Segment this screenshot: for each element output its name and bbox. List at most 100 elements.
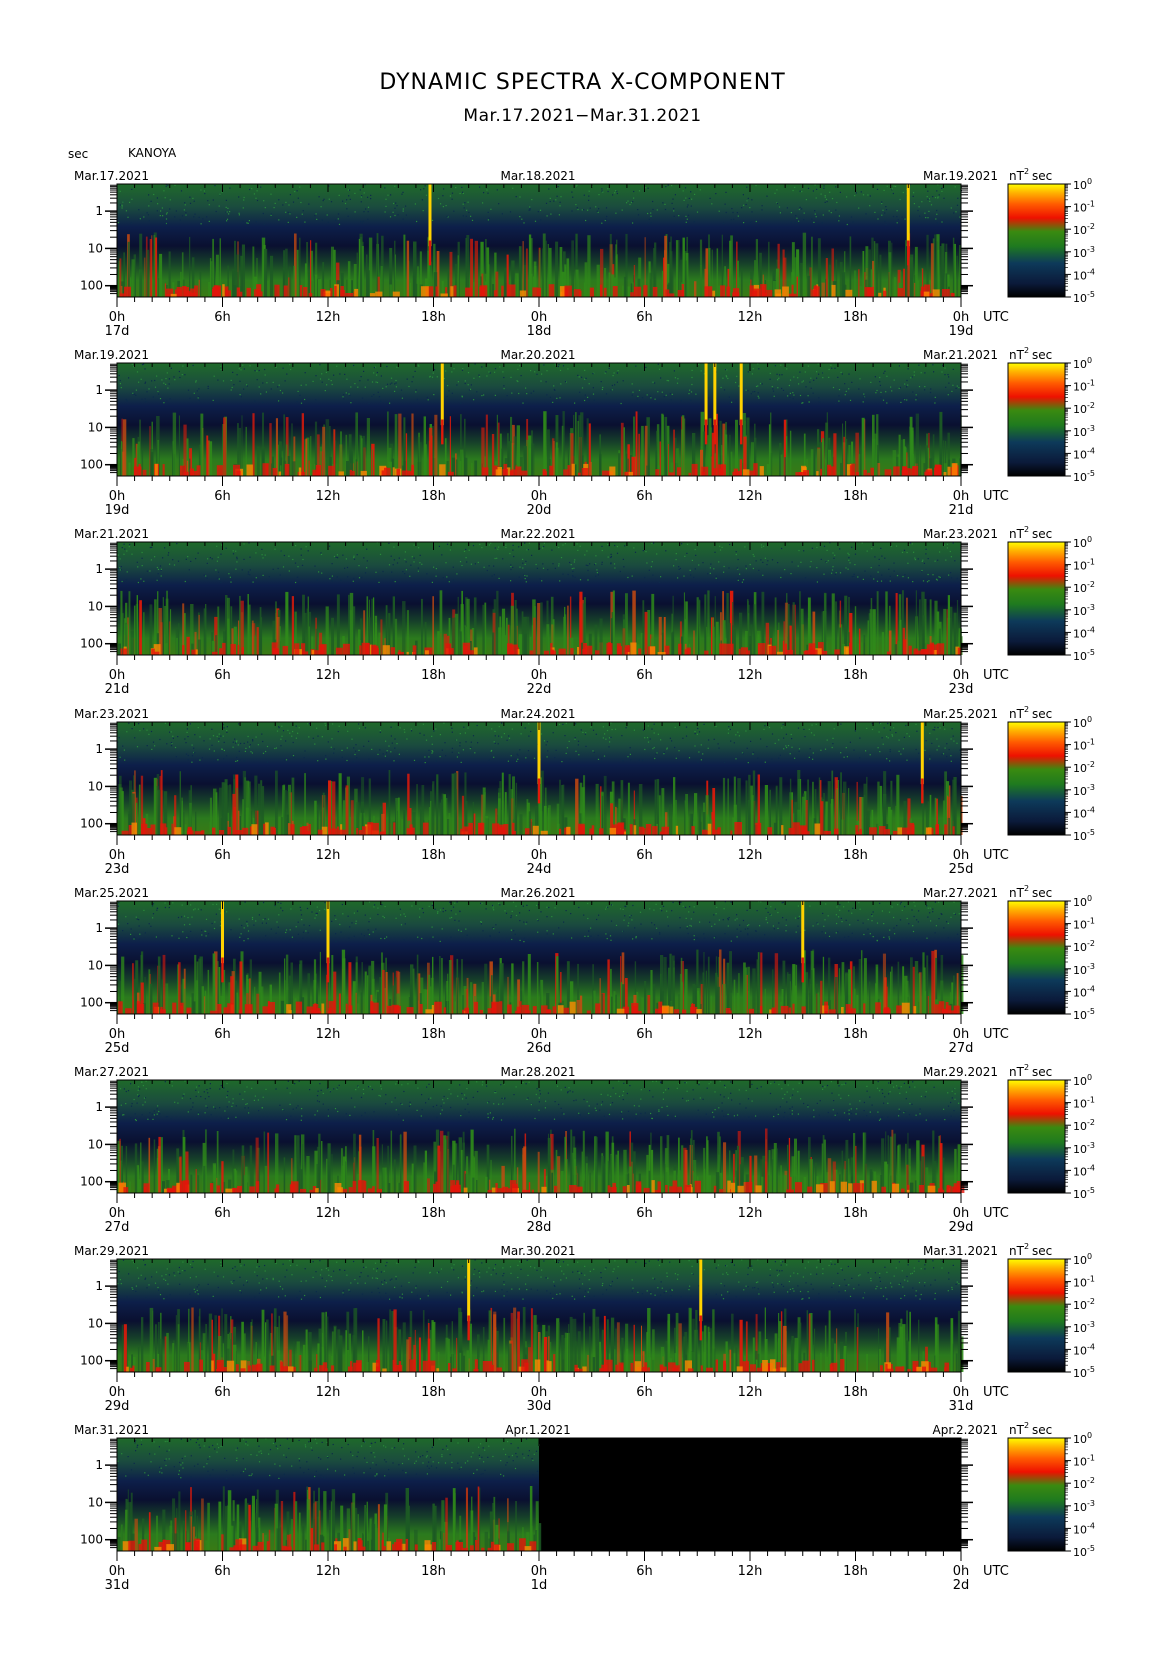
event-spike-tail <box>801 957 804 983</box>
x-tick-label: 18h <box>843 1564 868 1579</box>
colorbar-tick-label: 100 <box>1073 1431 1092 1446</box>
panel-mid-date: Mar.26.2021 <box>501 886 576 900</box>
panel-left-date: Mar.23.2021 <box>74 707 149 721</box>
colorbar-tick-label: 10-3 <box>1073 1320 1095 1335</box>
y-tick-label: 100 <box>80 458 103 472</box>
x-tick-label: 12h <box>316 848 341 863</box>
event-spike-tail <box>704 419 708 445</box>
event-spike <box>906 184 910 247</box>
day-label: 28d <box>527 1220 552 1235</box>
x-axis-unit: UTC <box>983 489 1009 504</box>
panel-left-date: Mar.29.2021 <box>74 1244 149 1258</box>
day-label: 2d <box>953 1578 970 1593</box>
x-tick-label: 18h <box>843 848 868 863</box>
x-tick-label: 6h <box>214 1564 231 1579</box>
x-tick-label: 12h <box>738 1385 763 1400</box>
colorbar-tick-label: 10-4 <box>1073 446 1095 461</box>
y-tick-label: 10 <box>88 958 103 972</box>
spectrogram-panel: Mar.21.2021 Mar.22.2021 Mar.23.2021 nT2 sec1… <box>74 525 1095 697</box>
colorbar-tick-label: 10-4 <box>1073 1342 1095 1357</box>
x-tick-label: 6h <box>636 1564 653 1579</box>
panel-left-date: Mar.25.2021 <box>74 886 149 900</box>
y-tick-label: 100 <box>80 279 103 293</box>
spectrogram-panel: Mar.17.2021 Mar.18.2021 Mar.19.2021 nT2 sec1… <box>74 167 1095 339</box>
x-axis-unit: UTC <box>983 1027 1009 1042</box>
day-label: 1d <box>531 1578 548 1593</box>
x-tick-label: 0h <box>531 1206 548 1221</box>
event-spike <box>221 901 224 964</box>
panel-left-date: Mar.31.2021 <box>74 1423 149 1437</box>
colorbar-unit-label: nT2 sec <box>1009 167 1052 183</box>
panel-right-date: Mar.27.2021 <box>923 886 998 900</box>
colorbar-tick-label: 10-5 <box>1073 469 1095 484</box>
colorbar-tick-label: 100 <box>1073 715 1092 730</box>
day-label: 27d <box>949 1041 974 1056</box>
x-tick-label: 12h <box>316 310 341 325</box>
y-tick-label: 1 <box>95 1100 103 1114</box>
colorbar-tick-label: 10-2 <box>1073 760 1095 775</box>
colorbar-tick-label: 10-3 <box>1073 1141 1095 1156</box>
panel-mid-date: Mar.22.2021 <box>501 527 576 541</box>
colorbar-unit-label: nT2 sec <box>1009 1242 1052 1258</box>
x-tick-label: 0h <box>109 1385 126 1400</box>
event-spike <box>428 184 432 247</box>
x-tick-label: 12h <box>316 1385 341 1400</box>
colorbar-tick-label: 10-4 <box>1073 1163 1095 1178</box>
x-tick-label: 6h <box>214 668 231 683</box>
event-spike <box>739 363 743 426</box>
x-axis-unit: UTC <box>983 1564 1009 1579</box>
x-tick-label: 0h <box>109 489 126 504</box>
spectrogram-panel: Mar.27.2021 Mar.28.2021 Mar.29.2021 nT2 sec1… <box>74 1063 1095 1235</box>
y-tick-label: 10 <box>88 241 103 255</box>
event-spike-tail <box>428 240 432 266</box>
spectrogram-panel: Mar.23.2021 Mar.24.2021 Mar.25.2021 nT2 sec1… <box>74 705 1095 877</box>
x-tick-label: 0h <box>531 848 548 863</box>
colorbar-unit-label: nT2 sec <box>1009 1421 1052 1437</box>
colorbar-tick-label: 10-3 <box>1073 962 1095 977</box>
event-spike <box>713 363 717 426</box>
x-tick-label: 0h <box>953 310 970 325</box>
x-tick-label: 6h <box>636 668 653 683</box>
colorbar-tick-label: 10-4 <box>1073 1521 1095 1536</box>
spectrogram-panel: Mar.29.2021 Mar.30.2021 Mar.31.2021 nT2 sec1… <box>74 1242 1095 1414</box>
panel-left-date: Mar.19.2021 <box>74 348 149 362</box>
x-tick-label: 18h <box>421 1206 446 1221</box>
panel-right-date: Mar.21.2021 <box>923 348 998 362</box>
event-spike <box>920 722 924 785</box>
spectrogram-panel: Mar.31.2021 Apr.1.2021 Apr.2.2021 nT2 sec 1 10… <box>74 1421 1095 1593</box>
colorbar-tick-label: 10-1 <box>1073 379 1095 394</box>
colorbar: 100 10-1 10-2 10-3 10-4 10-5 <box>1007 1073 1095 1201</box>
x-tick-label: 6h <box>636 1027 653 1042</box>
panel-mid-date: Mar.28.2021 <box>501 1065 576 1079</box>
colorbar-tick-label: 100 <box>1073 535 1092 550</box>
colorbar-tick-label: 100 <box>1073 1252 1092 1267</box>
x-tick-label: 0h <box>953 1385 970 1400</box>
x-tick-label: 6h <box>636 1206 653 1221</box>
x-tick-label: 18h <box>843 1385 868 1400</box>
colorbar-tick-label: 10-2 <box>1073 580 1095 595</box>
colorbar: 100 10-1 10-2 10-3 10-4 10-5 <box>1007 177 1095 305</box>
day-label: 20d <box>527 503 552 518</box>
colorbar-tick-label: 10-5 <box>1073 1186 1095 1201</box>
event-spike-tail <box>740 419 743 445</box>
x-tick-label: 0h <box>531 1027 548 1042</box>
colorbar-tick-label: 10-1 <box>1073 917 1095 932</box>
colorbar-unit-label: nT2 sec <box>1009 346 1052 362</box>
colorbar-tick-label: 10-4 <box>1073 267 1095 282</box>
day-label: 30d <box>527 1399 552 1414</box>
colorbar-tick-label: 10-2 <box>1073 1118 1095 1133</box>
day-label: 25d <box>105 1041 130 1056</box>
panel-left-date: Mar.27.2021 <box>74 1065 149 1079</box>
colorbar-tick-label: 10-2 <box>1073 1297 1095 1312</box>
y-tick-label: 10 <box>88 1137 103 1151</box>
panel-right-date: Mar.29.2021 <box>923 1065 998 1079</box>
colorbar-unit-label: nT2 sec <box>1009 525 1052 541</box>
y-tick-label: 100 <box>80 996 103 1010</box>
y-tick-label: 1 <box>95 1279 103 1293</box>
y-tick-label: 100 <box>80 1354 103 1368</box>
event-spike-tail <box>907 240 910 266</box>
x-tick-label: 6h <box>214 848 231 863</box>
x-tick-label: 0h <box>531 668 548 683</box>
colorbar-tick-label: 10-3 <box>1073 783 1095 798</box>
colorbar-tick-label: 100 <box>1073 894 1092 909</box>
